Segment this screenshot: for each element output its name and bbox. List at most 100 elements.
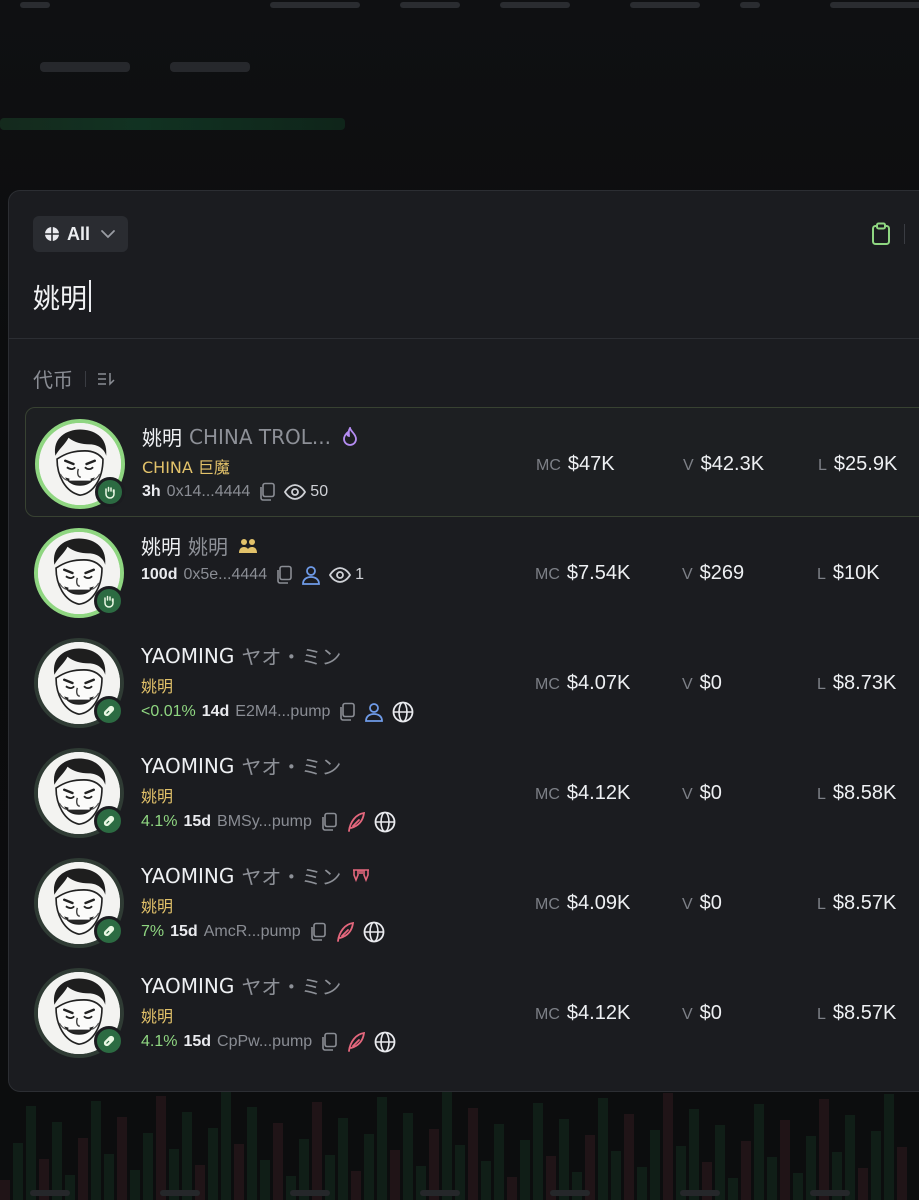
section-title: 代币 bbox=[33, 368, 73, 392]
copy-icon[interactable] bbox=[338, 702, 356, 722]
token-symbol: 姚明 bbox=[142, 426, 182, 450]
liquidity-label: L bbox=[817, 566, 826, 583]
liquidity: L $10K bbox=[817, 562, 880, 585]
background-bar bbox=[221, 1091, 231, 1200]
holder-percent: 7% bbox=[141, 923, 165, 940]
globe-icon[interactable] bbox=[374, 811, 396, 833]
feather-icon[interactable] bbox=[346, 811, 366, 833]
token-row[interactable]: YAOMING ヤオ・ミン 姚明 4.1% 15d BMSy...pump MC $4.12K… bbox=[25, 737, 919, 847]
header-divider bbox=[9, 338, 919, 339]
volume: V $0 bbox=[682, 782, 722, 805]
liquidity-value: $8.57K bbox=[832, 1002, 897, 1024]
copy-icon[interactable] bbox=[309, 922, 327, 942]
eye-icon bbox=[284, 484, 307, 500]
token-age: 15d bbox=[183, 1033, 212, 1050]
token-symbol: YAOMING bbox=[141, 643, 235, 668]
token-address: E2M4...pump bbox=[235, 703, 331, 720]
background-bar bbox=[663, 1093, 673, 1200]
flame-icon bbox=[341, 426, 359, 447]
fangs-icon bbox=[351, 867, 371, 885]
feather-icon[interactable] bbox=[335, 921, 355, 943]
feather-icon[interactable] bbox=[346, 1031, 366, 1053]
market-cap-value: $47K bbox=[567, 453, 615, 475]
volume-value: $0 bbox=[699, 1002, 722, 1024]
token-row[interactable]: 姚明 CHINA TROL... CHINA 巨魔 3h 0x14...4444 50 MC… bbox=[25, 407, 919, 517]
background-bar bbox=[819, 1099, 829, 1200]
token-name: ヤオ・ミン bbox=[241, 645, 342, 669]
token-row[interactable]: YAOMING ヤオ・ミン 姚明 4.1% 15d CpPw...pump MC $4.12K… bbox=[25, 957, 919, 1067]
user-icon[interactable] bbox=[301, 565, 321, 585]
copy-icon[interactable] bbox=[320, 1032, 338, 1052]
token-age: 15d bbox=[183, 813, 212, 830]
copy-icon[interactable] bbox=[320, 812, 338, 832]
globe-icon[interactable] bbox=[374, 1031, 396, 1053]
pill-icon bbox=[94, 916, 124, 946]
volume-label: V bbox=[682, 786, 693, 803]
token-age: 15d bbox=[170, 923, 198, 940]
filter-dropdown[interactable]: All bbox=[33, 216, 128, 252]
globe-icon[interactable] bbox=[392, 701, 414, 723]
token-avatar bbox=[34, 858, 124, 948]
search-panel: All 姚明 代币 姚明 CHINA TROL... CHINA 巨魔 3h 0x14.… bbox=[8, 190, 919, 1092]
token-avatar bbox=[34, 528, 124, 618]
token-avatar bbox=[34, 638, 124, 728]
volume-label: V bbox=[682, 896, 693, 913]
token-meta: 4.1% 15d BMSy...pump bbox=[141, 811, 404, 833]
liquidity-label: L bbox=[817, 676, 826, 693]
token-age: 14d bbox=[201, 703, 230, 720]
liquidity: L $8.57K bbox=[817, 892, 896, 915]
volume-value: $0 bbox=[699, 892, 722, 914]
section-divider bbox=[85, 370, 86, 387]
token-name-line: 姚明 姚明 bbox=[141, 531, 258, 560]
market-cap-label: MC bbox=[535, 1006, 560, 1023]
liquidity: L $8.57K bbox=[817, 1002, 896, 1025]
market-cap-label: MC bbox=[535, 786, 560, 803]
copy-icon[interactable] bbox=[258, 482, 276, 502]
liquidity-value: $25.9K bbox=[833, 453, 898, 475]
token-name-line: YAOMING ヤオ・ミン bbox=[141, 971, 341, 1000]
hand-icon bbox=[94, 586, 124, 616]
market-cap: MC $7.54K bbox=[535, 562, 630, 585]
token-name-line: YAOMING ヤオ・ミン bbox=[141, 861, 371, 890]
liquidity-value: $10K bbox=[832, 562, 880, 584]
token-row[interactable]: YAOMING ヤオ・ミン 姚明 7% 15d AmcR...pump MC $4.09K V $… bbox=[25, 847, 919, 957]
token-symbol: YAOMING bbox=[141, 863, 235, 888]
market-cap-label: MC bbox=[535, 896, 560, 913]
token-address: AmcR...pump bbox=[203, 923, 301, 940]
volume: V $0 bbox=[682, 672, 722, 695]
market-cap-value: $4.09K bbox=[566, 892, 631, 914]
token-avatar bbox=[34, 968, 124, 1058]
globe-grid-icon bbox=[44, 226, 60, 242]
token-meta: 3h 0x14...4444 50 bbox=[142, 482, 328, 502]
volume-label: V bbox=[682, 1006, 693, 1023]
liquidity-value: $8.73K bbox=[832, 672, 897, 694]
search-query-text: 姚明 bbox=[33, 283, 87, 315]
token-age: 100d bbox=[141, 566, 178, 583]
liquidity-label: L bbox=[817, 786, 826, 803]
copy-icon[interactable] bbox=[275, 565, 293, 585]
holder-percent: 4.1% bbox=[141, 1033, 178, 1050]
liquidity-label: L bbox=[817, 896, 826, 913]
section-header-tokens: 代币 bbox=[33, 364, 116, 393]
token-row[interactable]: YAOMING ヤオ・ミン 姚明 <0.01% 14d E2M4...pump MC $4.0… bbox=[25, 627, 919, 737]
token-subtitle: 姚明 bbox=[141, 1007, 174, 1026]
pill-icon bbox=[94, 696, 124, 726]
background-bar bbox=[884, 1094, 894, 1200]
eye-icon bbox=[329, 567, 352, 583]
holder-percent: <0.01% bbox=[141, 703, 196, 720]
view-count: 50 bbox=[310, 483, 329, 500]
clipboard-icon[interactable] bbox=[870, 222, 892, 246]
background-ticker bbox=[0, 118, 345, 130]
token-row[interactable]: 姚明 姚明 100d 0x5e...4444 1 MC $7.54K V $269 L $10K bbox=[25, 517, 919, 627]
token-name-line: YAOMING ヤオ・ミン bbox=[141, 751, 341, 780]
volume-label: V bbox=[683, 457, 694, 474]
market-cap-value: $4.07K bbox=[566, 672, 631, 694]
globe-icon[interactable] bbox=[363, 921, 385, 943]
volume-value: $0 bbox=[699, 672, 722, 694]
sort-icon[interactable] bbox=[96, 371, 116, 387]
market-cap: MC $4.12K bbox=[535, 782, 630, 805]
search-input[interactable]: 姚明 bbox=[33, 276, 833, 316]
user-icon[interactable] bbox=[364, 702, 384, 722]
background-bar bbox=[377, 1097, 387, 1200]
volume-value: $0 bbox=[699, 782, 722, 804]
